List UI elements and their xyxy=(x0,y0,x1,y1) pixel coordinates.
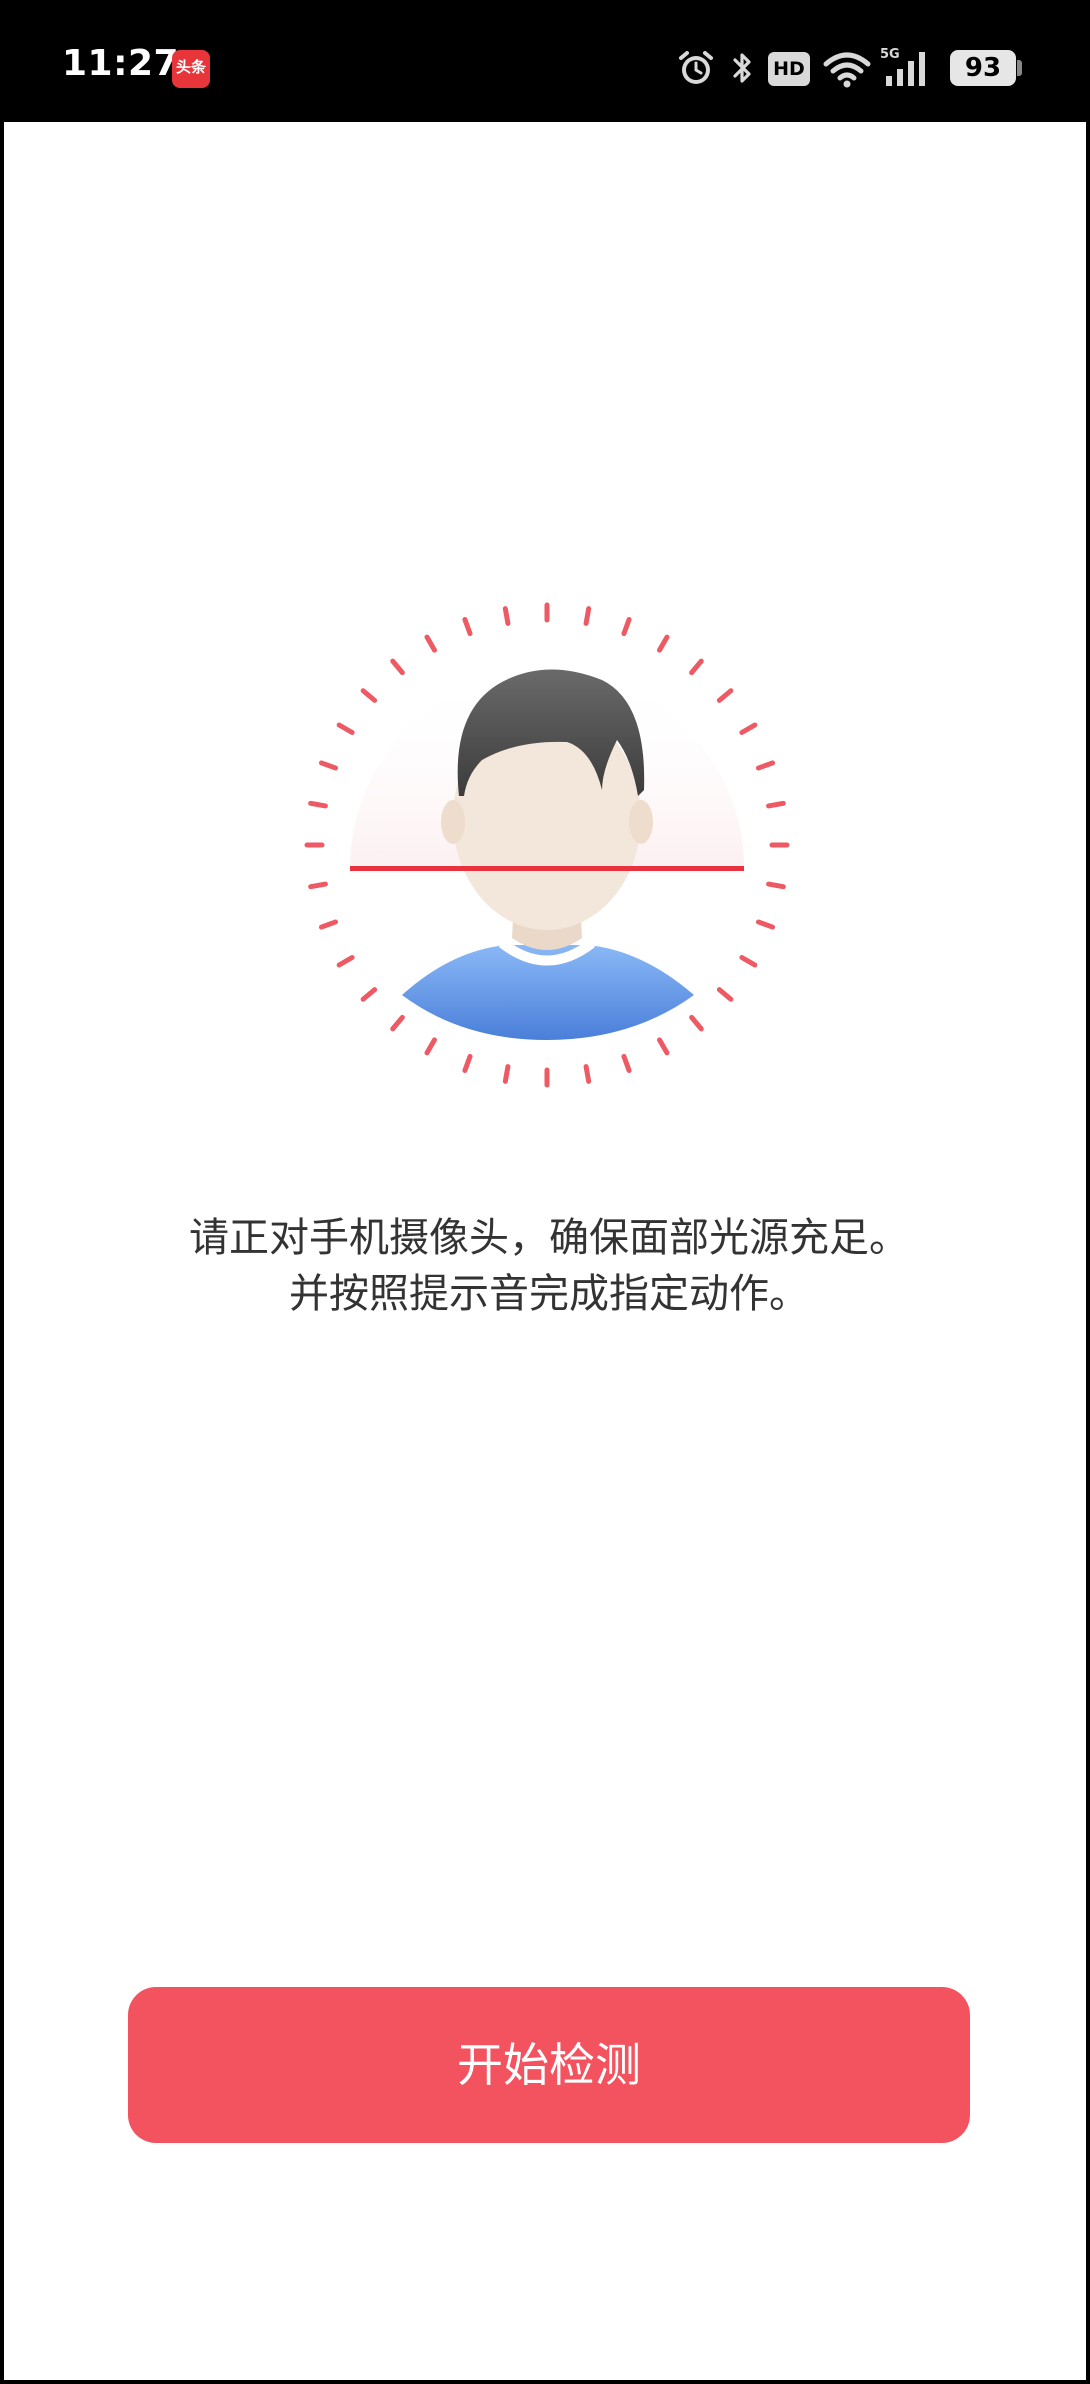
wifi-icon xyxy=(823,52,871,88)
liveness-check-page: 请正对手机摄像头，确保面部光源充足。 并按照提示音完成指定动作。 开始检测 xyxy=(4,122,1086,2380)
network-type-label: 5G xyxy=(880,47,900,62)
status-bar: 11:27 头条 HD 5G 93 xyxy=(0,0,1090,122)
scan-tick xyxy=(739,722,758,735)
scan-tick xyxy=(502,1064,511,1084)
scan-tick xyxy=(424,1037,437,1056)
avatar-ear-left xyxy=(441,800,465,844)
battery-tip xyxy=(1017,60,1022,76)
scan-tick xyxy=(360,688,378,703)
scan-tick xyxy=(318,760,339,771)
scan-tick xyxy=(502,606,511,626)
scan-tick xyxy=(462,616,473,637)
app-notification-icon: 头条 xyxy=(172,50,210,88)
scan-tick xyxy=(657,1037,670,1056)
scan-tick xyxy=(583,606,592,626)
scan-tick xyxy=(766,881,786,890)
scan-tick xyxy=(621,616,632,637)
scan-tick xyxy=(318,919,339,930)
scan-tick xyxy=(755,760,776,771)
screen: 11:27 头条 HD 5G 93 请正对手机摄像头，确保面部光源充足。 并按照… xyxy=(0,0,1090,2384)
hd-icon: HD xyxy=(768,52,810,86)
scan-tick xyxy=(424,634,437,653)
battery-icon: 93 xyxy=(950,50,1016,86)
scan-tick xyxy=(308,881,328,890)
scan-tick xyxy=(360,987,378,1002)
scan-tick xyxy=(739,955,758,968)
instruction-line-2: 并按照提示音完成指定动作。 xyxy=(289,1271,809,1317)
scan-tick xyxy=(390,1014,405,1032)
status-time: 11:27 xyxy=(62,43,180,84)
bluetooth-icon xyxy=(733,53,751,83)
scan-tick xyxy=(336,955,355,968)
scan-tick xyxy=(390,658,405,676)
scan-tick xyxy=(689,1014,704,1032)
scan-tick xyxy=(621,1053,632,1074)
scan-tick xyxy=(755,919,776,930)
scan-tick xyxy=(336,722,355,735)
scan-tick xyxy=(689,658,704,676)
scan-tick xyxy=(716,987,734,1002)
scan-tick xyxy=(462,1053,473,1074)
avatar-ear-right xyxy=(629,800,653,844)
scan-tick xyxy=(308,800,328,809)
instruction-line-1: 请正对手机摄像头，确保面部光源充足。 xyxy=(189,1215,909,1261)
scan-tick xyxy=(583,1064,592,1084)
scan-tick xyxy=(657,634,670,653)
signal-5g-icon: 5G xyxy=(880,47,925,86)
scan-tick xyxy=(716,688,734,703)
face-scan-illustration xyxy=(304,602,790,1088)
scan-tick xyxy=(766,800,786,809)
instructions-text: 请正对手机摄像头，确保面部光源充足。 并按照提示音完成指定动作。 xyxy=(4,1210,1090,1322)
scan-line xyxy=(350,866,744,871)
start-detection-button[interactable]: 开始检测 xyxy=(128,1987,970,2143)
alarm-icon xyxy=(679,51,713,84)
